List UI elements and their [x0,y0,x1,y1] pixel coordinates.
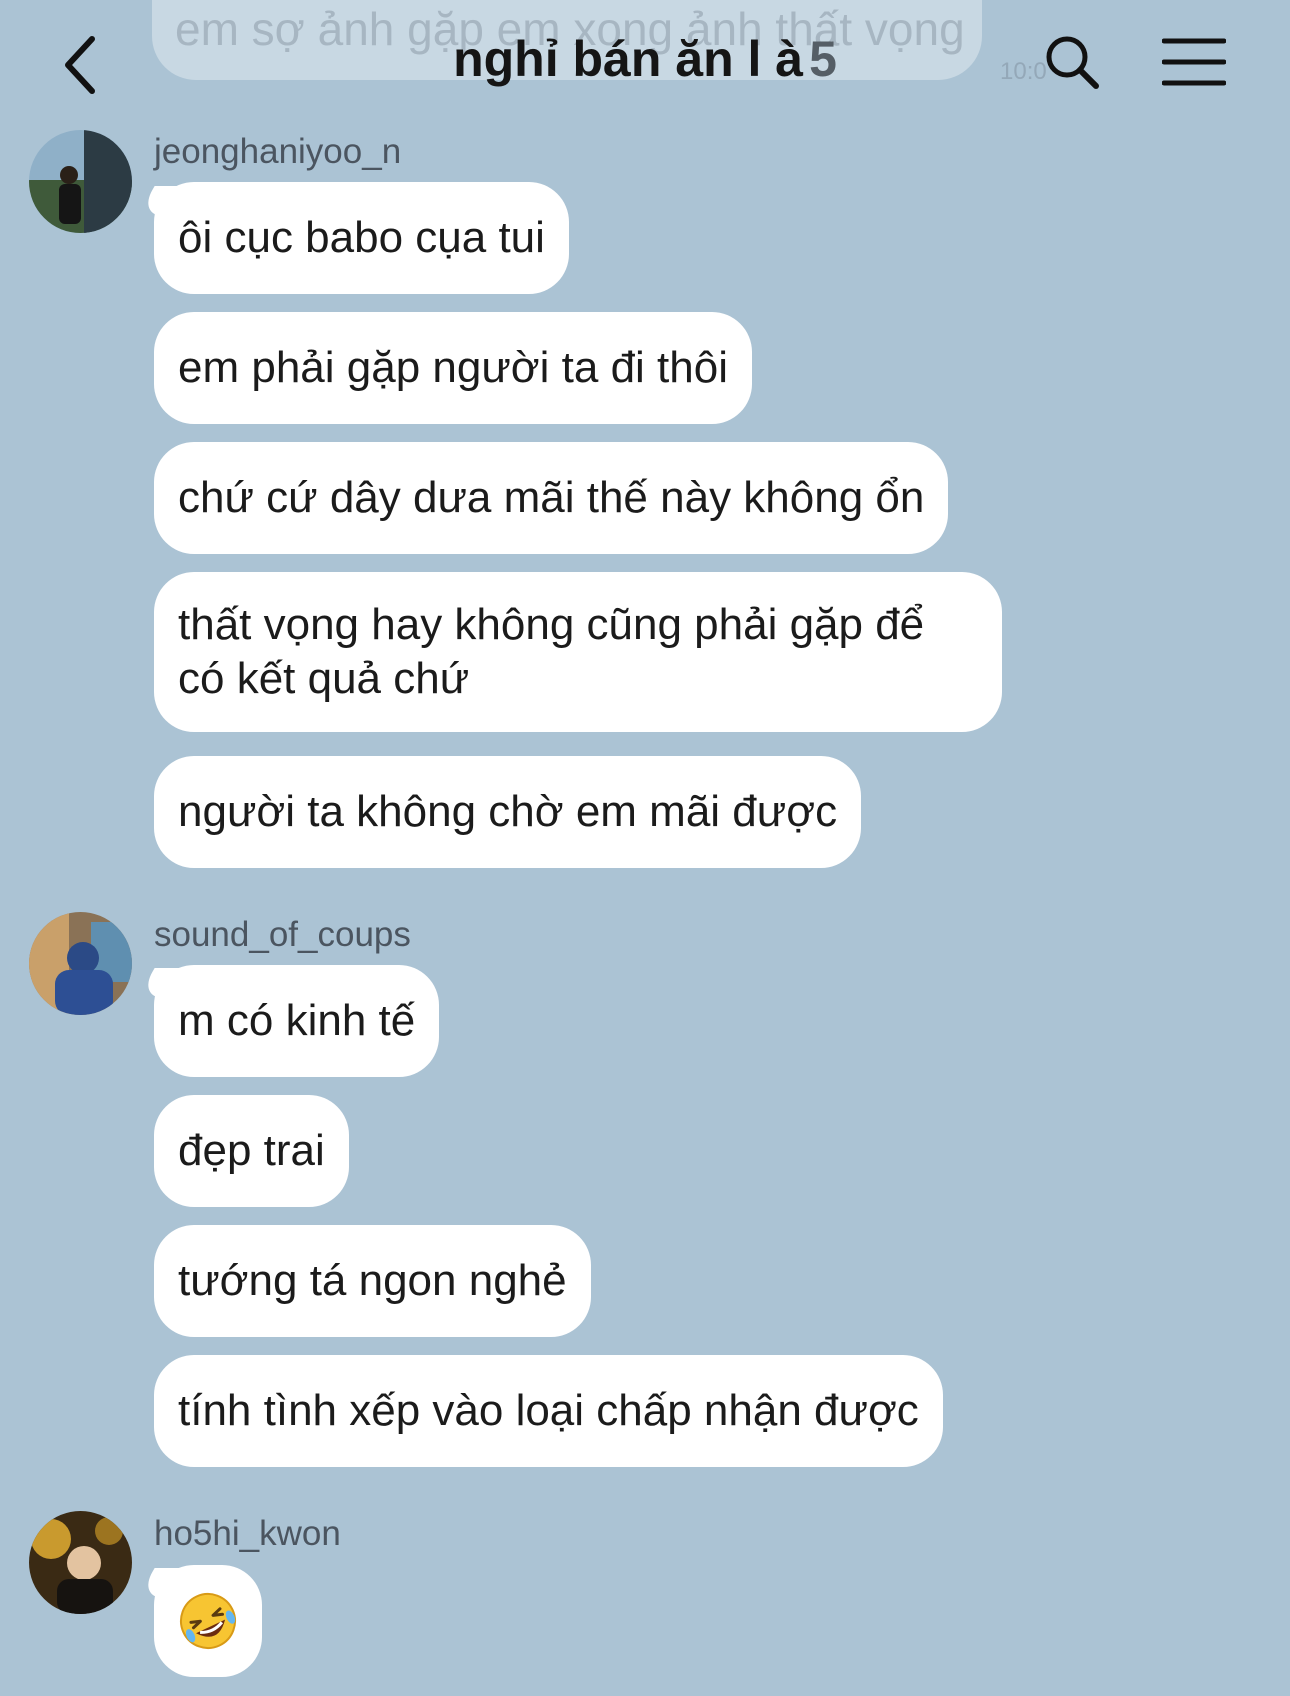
message-bubble[interactable]: người ta không chờ em mãi được [154,756,862,868]
search-icon [1046,36,1099,89]
avatar[interactable] [29,130,132,233]
avatar-photo [29,1511,132,1614]
back-button[interactable] [50,30,110,100]
hamburger-menu-icon [1162,38,1226,86]
chat-header: em sợ ảnh gặp em xong ảnh thất vọng 10:0… [0,0,1290,130]
message-bubble[interactable]: 🤣 [154,1565,262,1677]
message-bubble[interactable]: tướng tá ngon nghẻ [154,1225,591,1337]
avatar-photo [29,912,132,1015]
menu-button[interactable] [1158,32,1230,92]
message-bubble[interactable]: em phải gặp người ta đi thôi [154,312,752,424]
avatar-photo [29,130,132,233]
message-bubble[interactable]: chứ cứ dây dưa mãi thế này không ổn [154,442,949,554]
rolling-on-floor-laughing-emoji [180,1593,236,1649]
sender-username[interactable]: jeonghaniyoo_n [154,132,401,172]
search-button[interactable] [1040,30,1104,94]
sender-username[interactable]: ho5hi_kwon [154,1514,341,1554]
message-bubble[interactable]: đẹp trai [154,1095,349,1207]
message-bubble[interactable]: thất vọng hay không cũng phải gặp để có … [154,572,1002,732]
previous-message-text: em sợ ảnh gặp em xong ảnh thất vọng [175,3,965,55]
avatar[interactable] [29,1511,132,1614]
message-bubble[interactable]: ôi cục babo cụa tui [154,182,569,294]
message-bubble[interactable]: m có kinh tế [154,965,440,1077]
message-bubble[interactable]: tính tình xếp vào loại chấp nhận được [154,1355,943,1467]
chevron-left-icon [65,36,95,94]
avatar[interactable] [29,912,132,1015]
sender-username[interactable]: sound_of_coups [154,915,411,955]
